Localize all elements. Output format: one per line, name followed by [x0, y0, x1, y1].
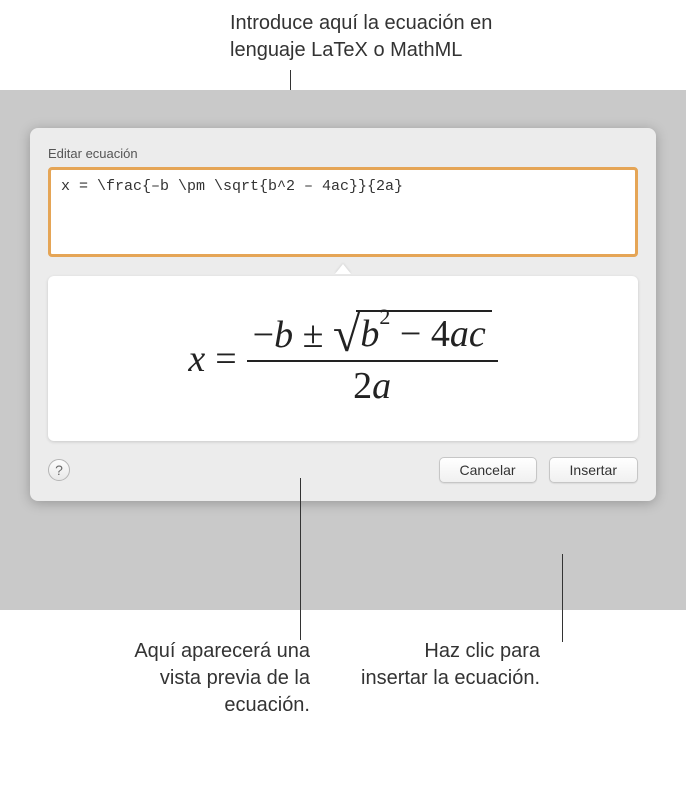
- equation-editor-dialog: Editar ecuación x = −b ± √ b2 − 4ac: [30, 128, 656, 501]
- cancel-button[interactable]: Cancelar: [439, 457, 537, 483]
- callout-preview: Aquí aparecerá una vista previa de la ec…: [90, 638, 310, 719]
- radicand-ac: ac: [450, 313, 486, 355]
- preview-lhs: x: [188, 337, 205, 381]
- callout-line-preview: [300, 478, 301, 640]
- radicand-4: 4: [431, 313, 450, 355]
- preview-connector: [48, 262, 638, 276]
- radicand: b2 − 4ac: [356, 310, 491, 358]
- radicand-minus: −: [400, 313, 421, 355]
- insert-button[interactable]: Insertar: [549, 457, 638, 483]
- fraction-denominator: 2a: [347, 362, 397, 410]
- radicand-b: b: [360, 313, 379, 355]
- den-a: a: [372, 365, 391, 407]
- radicand-exp: 2: [379, 304, 390, 329]
- callout-line-insert: [562, 554, 563, 642]
- preview-arrow-icon: [335, 264, 351, 274]
- callout-insert: Haz clic para insertar la ecuación.: [360, 638, 540, 692]
- fraction-numerator: −b ± √ b2 − 4ac: [247, 308, 498, 360]
- dialog-title: Editar ecuación: [48, 146, 638, 161]
- num-b: b: [274, 314, 293, 356]
- preview-equals: =: [215, 337, 236, 381]
- callout-input: Introduce aquí la ecuación en lenguaje L…: [230, 10, 570, 64]
- equation-input[interactable]: [48, 167, 638, 257]
- dialog-button-row: ? Cancelar Insertar: [48, 457, 638, 483]
- sqrt: √ b2 − 4ac: [333, 310, 492, 358]
- num-minus: −: [253, 314, 274, 356]
- equation-preview-box: x = −b ± √ b2 − 4ac: [48, 276, 638, 441]
- preview-fraction: −b ± √ b2 − 4ac 2a: [247, 308, 498, 410]
- num-plusminus: ±: [303, 314, 324, 356]
- equation-preview: x = −b ± √ b2 − 4ac: [188, 308, 497, 410]
- help-button[interactable]: ?: [48, 459, 70, 481]
- equation-input-wrap: [48, 167, 638, 262]
- den-2: 2: [353, 365, 372, 407]
- radical-icon: √: [333, 314, 360, 354]
